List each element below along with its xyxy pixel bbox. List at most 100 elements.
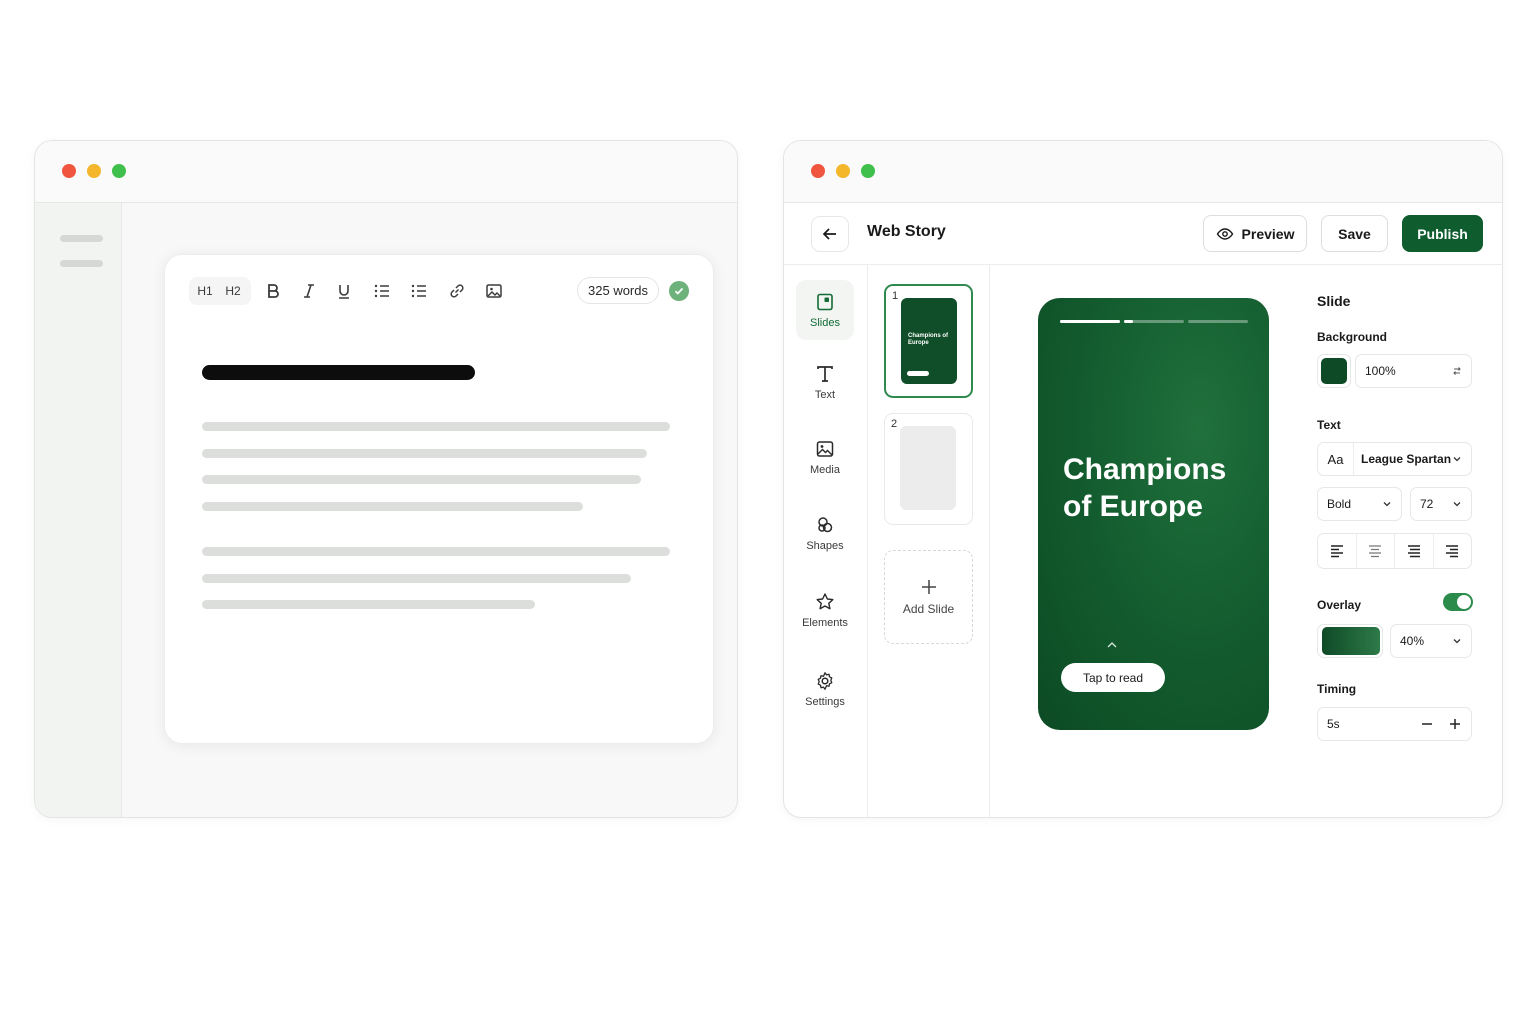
word-count: 325 words [577, 277, 659, 304]
overlay-swatch [1322, 627, 1380, 655]
slides-icon [817, 293, 833, 310]
timing-stepper[interactable]: 5s [1317, 707, 1472, 741]
align-center-button[interactable] [1357, 534, 1395, 568]
minus-icon[interactable] [1420, 717, 1434, 731]
bullet-list-icon[interactable] [372, 277, 392, 305]
font-size-select[interactable]: 72 [1410, 487, 1472, 521]
image-icon [816, 440, 834, 457]
chevron-down-icon [1453, 457, 1461, 462]
eye-icon [1216, 227, 1233, 240]
tap-to-read-button[interactable]: Tap to read [1061, 663, 1165, 692]
preview-button[interactable]: Preview [1203, 215, 1307, 252]
link-icon[interactable] [447, 277, 467, 305]
editor-window: H1 H2 325 words [34, 140, 738, 818]
text-label: Text [1317, 418, 1341, 432]
tool-shapes[interactable]: Shapes [796, 503, 854, 563]
background-opacity-value: 100% [1365, 364, 1396, 378]
tool-slides[interactable]: Slides [796, 280, 854, 340]
sidebar-placeholder-line [60, 235, 103, 242]
tool-label: Media [810, 463, 840, 476]
arrow-left-icon [822, 228, 836, 240]
tool-media[interactable]: Media [796, 427, 854, 487]
progress-segment [1188, 320, 1248, 323]
tool-label: Elements [802, 616, 848, 629]
sidebar-placeholder-line [60, 260, 103, 267]
background-label: Background [1317, 330, 1388, 344]
story-canvas: Champions of Europe Tap to read [990, 265, 1300, 817]
story-preview[interactable]: Champions of Europe Tap to read [1038, 298, 1269, 730]
font-weight-value: Bold [1327, 497, 1352, 511]
chevron-down-icon [1453, 639, 1461, 644]
h1-button[interactable]: H1 [193, 277, 217, 305]
align-left-button[interactable] [1318, 534, 1357, 568]
font-weight-select[interactable]: Bold [1317, 487, 1402, 521]
chevron-up-icon [1107, 642, 1117, 648]
editor-card: H1 H2 325 words [164, 254, 714, 744]
story-titlebar [784, 141, 1502, 203]
plus-icon[interactable] [1448, 717, 1462, 731]
text-placeholder-line [202, 475, 641, 484]
close-window-button[interactable] [811, 164, 825, 178]
text-align-group [1317, 533, 1472, 569]
align-right-icon [1446, 545, 1459, 558]
check-icon [669, 281, 689, 301]
add-slide-button[interactable]: Add Slide [884, 550, 973, 644]
slide-number: 1 [892, 290, 899, 302]
text-placeholder-line [202, 422, 670, 431]
properties-title: Slide [1317, 293, 1351, 309]
align-justify-icon [1407, 545, 1420, 558]
tool-text[interactable]: Text [796, 352, 854, 412]
preview-label: Preview [1241, 225, 1295, 242]
align-justify-button[interactable] [1395, 534, 1434, 568]
tool-label: Settings [805, 695, 845, 708]
h2-button[interactable]: H2 [221, 277, 245, 305]
tool-label: Shapes [806, 539, 844, 552]
slide-thumbnail-2[interactable]: 2 [884, 413, 973, 525]
slide-thumbnail-1[interactable]: 1 Champions of Europe [884, 284, 973, 398]
slide-number: 2 [891, 418, 898, 430]
minimize-window-button[interactable] [87, 164, 101, 178]
overlay-toggle[interactable] [1443, 593, 1473, 611]
close-window-button[interactable] [62, 164, 76, 178]
background-swatch [1321, 358, 1347, 384]
image-icon[interactable] [484, 277, 504, 305]
plus-icon [921, 580, 936, 594]
back-button[interactable] [811, 216, 849, 252]
align-left-icon [1330, 545, 1343, 558]
font-size-value: 72 [1420, 497, 1434, 511]
tool-label: Text [814, 388, 836, 401]
save-button[interactable]: Save [1321, 215, 1388, 252]
chevron-down-icon [1453, 502, 1461, 507]
maximize-window-button[interactable] [861, 164, 875, 178]
align-right-button[interactable] [1434, 534, 1472, 568]
swap-icon[interactable] [1452, 366, 1462, 376]
overlay-opacity-select[interactable]: 40% [1390, 624, 1472, 658]
tool-elements[interactable]: Elements [796, 580, 854, 640]
star-icon [816, 592, 834, 609]
shapes-icon [818, 516, 833, 532]
background-opacity-field[interactable]: 100% [1355, 354, 1472, 388]
editor-sidebar [35, 203, 122, 817]
underline-icon[interactable] [334, 277, 354, 305]
chevron-down-icon [1383, 502, 1391, 507]
maximize-window-button[interactable] [112, 164, 126, 178]
italic-icon[interactable] [299, 277, 319, 305]
numbered-list-icon[interactable] [409, 277, 429, 305]
text-placeholder-line [202, 600, 535, 609]
overlay-opacity-value: 40% [1400, 634, 1425, 648]
heading-placeholder [202, 365, 475, 380]
add-slide-label: Add Slide [902, 602, 955, 616]
slides-panel: 1 Champions of Europe 2 Add Slide [868, 265, 990, 817]
publish-button[interactable]: Publish [1402, 215, 1483, 252]
minimize-window-button[interactable] [836, 164, 850, 178]
align-center-icon [1369, 545, 1382, 558]
tool-settings[interactable]: Settings [796, 659, 854, 719]
story-title[interactable]: Champions of Europe [1063, 451, 1253, 525]
bold-icon[interactable] [263, 277, 283, 305]
timing-label: Timing [1317, 682, 1357, 696]
progress-segment [1124, 320, 1184, 323]
story-editor-window: Web Story Preview Save Publish Slides Te… [783, 140, 1503, 818]
font-family-select[interactable]: Aa League Spartan [1317, 442, 1472, 476]
background-color-picker[interactable] [1317, 354, 1351, 388]
slide-thumbnail-preview: Champions of Europe [901, 298, 957, 384]
